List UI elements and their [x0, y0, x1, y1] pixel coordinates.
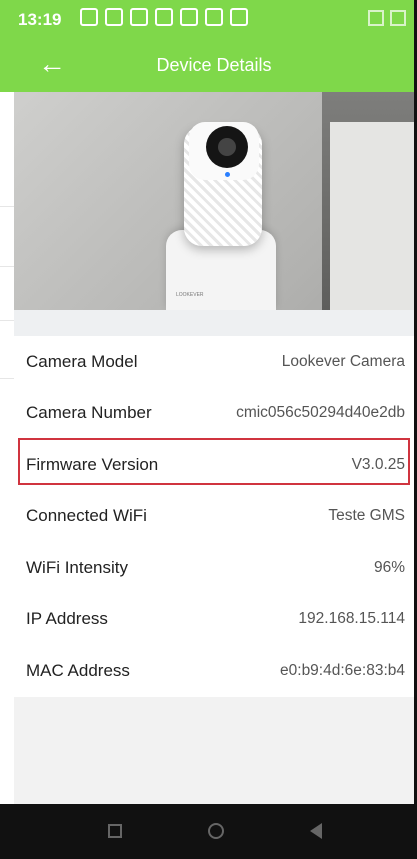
detail-row-wifi-intensity: WiFi Intensity 96% — [14, 542, 414, 594]
detail-label: Connected WiFi — [26, 506, 147, 526]
detail-value: Teste GMS — [328, 507, 405, 525]
detail-value: 192.168.15.114 — [298, 610, 405, 628]
detail-label: IP Address — [26, 609, 108, 629]
detail-value: e0:b9:4d:6e:83:b4 — [280, 661, 405, 679]
back-triangle-icon[interactable] — [310, 823, 322, 839]
calendar-icon — [180, 8, 198, 26]
left-edge-divider — [0, 320, 14, 321]
detail-row-connected-wifi: Connected WiFi Teste GMS — [14, 491, 414, 543]
detail-label: Camera Model — [26, 351, 138, 371]
wall-photo — [322, 92, 414, 310]
device-details-list: Camera Model Lookever Camera Camera Numb… — [14, 336, 414, 697]
camera-led — [225, 172, 230, 177]
left-edge-header — [0, 0, 14, 92]
detail-label: MAC Address — [26, 660, 130, 680]
detail-row-camera-model: Camera Model Lookever Camera — [14, 336, 414, 388]
android-nav-bar — [14, 804, 414, 859]
detail-value: 96% — [373, 558, 405, 576]
left-edge-divider — [0, 206, 14, 207]
camera-hero-image: LOOKEVER — [14, 92, 414, 310]
signal-icon — [390, 10, 406, 26]
detail-value: cmic056c50294d40e2db — [236, 404, 405, 422]
left-edge-divider — [0, 378, 14, 379]
notification-icon — [80, 8, 98, 26]
camera-lens-inner — [218, 138, 236, 156]
detail-row-camera-number: Camera Number cmic056c50294d40e2db — [14, 388, 414, 440]
wall-photo-frame — [330, 122, 414, 310]
home-icon — [155, 8, 173, 26]
app-bar: ← Device Details — [14, 40, 414, 92]
phone-screen: 13:19 ← Device Details LOOKEVER Camera M… — [14, 0, 414, 859]
notification-icons — [80, 8, 248, 26]
wifi-icon — [368, 10, 384, 26]
image-icon — [130, 8, 148, 26]
detail-row-mac-address: MAC Address e0:b9:4d:6e:83:b4 — [14, 645, 414, 697]
detail-label: Camera Number — [26, 403, 152, 423]
firmware-highlight-box — [18, 438, 410, 485]
detail-value: Lookever Camera — [281, 352, 405, 370]
home-circle-icon[interactable] — [208, 823, 224, 839]
detail-row-ip-address: IP Address 192.168.15.114 — [14, 594, 414, 646]
recents-square-icon[interactable] — [108, 824, 122, 838]
status-bar: 13:19 — [14, 0, 414, 40]
system-icons — [368, 10, 406, 26]
mail-icon — [105, 8, 123, 26]
play-store-icon — [230, 8, 248, 26]
status-time: 13:19 — [18, 10, 62, 29]
apps-icon — [205, 8, 223, 26]
left-edge — [0, 0, 14, 859]
section-gap — [14, 310, 414, 336]
left-edge-footer — [0, 804, 14, 859]
page-title: Device Details — [156, 55, 272, 75]
camera-brand-logo: LOOKEVER — [176, 292, 204, 298]
detail-label: WiFi Intensity — [26, 557, 129, 577]
left-edge-divider — [0, 266, 14, 267]
